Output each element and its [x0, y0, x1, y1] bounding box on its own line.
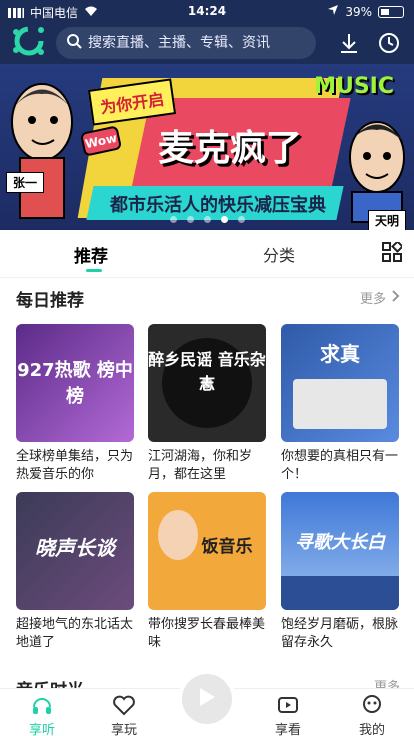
album-caption: 全球榜单集结，只为热爱音乐的你	[16, 449, 134, 482]
host-left-illustration	[11, 83, 73, 219]
nav-watch[interactable]: 享看	[258, 693, 318, 736]
album-caption: 饱经岁月磨砺，根脉留存永久	[281, 617, 399, 650]
next-section-more[interactable]: 更多	[374, 676, 400, 688]
nav-label: 享看	[274, 723, 301, 736]
tab-recommend[interactable]: 推荐	[74, 242, 108, 267]
album-card[interactable]: 927热歌 榜中榜 全球榜单集结，只为热爱音乐的你	[16, 324, 134, 484]
video-icon	[276, 693, 300, 717]
status-right: 39%	[327, 4, 404, 19]
album-caption: 超接地气的东北话太地道了	[16, 617, 134, 650]
host-left-name: 张一	[6, 172, 45, 193]
banner-dots	[0, 216, 414, 223]
banner-carousel[interactable]: 为你开启 Wow 麦克疯了 都市乐活人的快乐减压宝典 MUSIC 张一 天明	[0, 64, 414, 230]
grid-icon[interactable]	[382, 240, 404, 262]
nav-play[interactable]: 享玩	[94, 693, 154, 736]
profile-icon	[360, 693, 384, 717]
album-card[interactable]: 醉乡民谣 音乐杂志 江河湖海，你和岁月，都在这里	[148, 324, 266, 484]
battery-percent: 39%	[345, 4, 372, 19]
nav-label: 享听	[28, 723, 55, 736]
daily-section-title: 每日推荐	[16, 291, 84, 311]
nav-label: 我的	[358, 723, 385, 736]
album-caption: 你想要的真相只有一个！	[281, 449, 399, 482]
carousel-dot[interactable]	[169, 216, 177, 223]
album-cover: 寻歌大长白	[281, 492, 399, 610]
album-cover-text: 晓声长谈	[35, 536, 115, 560]
album-cover-text: 寻歌大长白	[295, 532, 385, 553]
search-box[interactable]	[56, 27, 316, 59]
banner-slogan: 都市乐活人的快乐减压宝典	[110, 195, 326, 216]
more-label: 更多	[359, 292, 386, 307]
host-right-illustration	[349, 121, 405, 223]
album-cover: 927热歌 榜中榜	[16, 324, 134, 442]
album-cover-text: 醉乡民谣 音乐杂志	[148, 350, 266, 393]
play-icon	[197, 686, 217, 712]
mountain-illustration	[281, 576, 399, 610]
album-caption: 带你搜罗长春最棒美味	[148, 617, 266, 650]
next-section-title: 音乐时光	[16, 676, 84, 688]
banner-music-text: MUSIC	[314, 74, 394, 99]
banner-title: 麦克疯了	[157, 128, 302, 169]
nav-label: 享玩	[110, 723, 137, 736]
carousel-dot[interactable]	[203, 216, 211, 223]
album-cover: 求真	[281, 324, 399, 442]
headphones-icon	[30, 693, 54, 717]
heart-live-icon	[112, 693, 136, 717]
nav-me[interactable]: 我的	[342, 693, 402, 736]
daily-more-link[interactable]: 更多	[360, 288, 400, 307]
carousel-dot[interactable]	[220, 216, 228, 223]
nav-listen[interactable]: 享听	[12, 693, 72, 736]
tab-bar: 推荐 分类	[0, 230, 414, 278]
search-input[interactable]	[88, 35, 308, 51]
album-caption: 江河湖海，你和岁月，都在这里	[148, 449, 253, 482]
album-cover: 醉乡民谣 音乐杂志	[148, 324, 266, 442]
carousel-dot[interactable]	[237, 216, 245, 223]
battery-icon	[378, 5, 404, 18]
album-card[interactable]: 晓声长谈 超接地气的东北话太地道了	[16, 492, 134, 652]
album-card[interactable]: 饭音乐 带你搜罗长春最棒美味	[148, 492, 266, 652]
status-bar: 中国电信 14:24 39%	[0, 0, 414, 22]
album-card[interactable]: 寻歌大长白 饱经岁月磨砺，根脉留存永久	[281, 492, 399, 652]
laptop-illustration	[293, 379, 387, 429]
app-logo-icon[interactable]	[10, 22, 48, 60]
top-header: 中国电信 14:24 39%	[0, 0, 414, 64]
album-cover-text: 求真	[320, 342, 360, 366]
album-cover: 饭音乐	[148, 492, 266, 610]
location-icon	[327, 4, 339, 19]
tab-category[interactable]: 分类	[263, 242, 295, 266]
album-cover: 晓声长谈	[16, 492, 134, 610]
carousel-dot[interactable]	[186, 216, 194, 223]
download-icon[interactable]	[336, 30, 362, 56]
search-icon	[66, 33, 82, 53]
album-cover-text: 饭音乐	[201, 537, 253, 557]
album-card[interactable]: 求真 你想要的真相只有一个！	[281, 324, 399, 484]
play-button[interactable]	[182, 674, 232, 724]
album-cover-text: 927热歌 榜中榜	[17, 360, 133, 407]
tab-indicator	[86, 269, 102, 272]
chevron-right-icon	[392, 289, 400, 306]
history-clock-icon[interactable]	[376, 30, 402, 56]
